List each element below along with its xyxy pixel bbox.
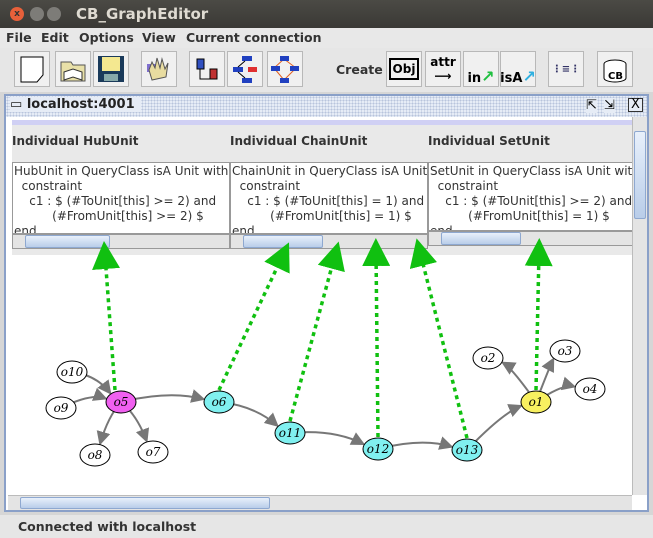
instance-link-o6[interactable] — [217, 242, 290, 391]
menu-file[interactable]: File — [6, 30, 32, 45]
layout-button[interactable] — [227, 51, 263, 87]
arrow-icon: ⟶ — [434, 69, 452, 83]
tree-icon: ⋮≡⋮ — [551, 63, 581, 75]
node-o1[interactable]: o1 — [520, 390, 552, 414]
create-label: Create — [336, 62, 383, 77]
cb-icon: CB — [603, 59, 627, 83]
open-icon — [60, 61, 86, 82]
internal-frame: ▭ localhost:4001 ⇱ ⇲ X Individual HubUni… — [4, 94, 649, 512]
instance-link-o13[interactable] — [409, 238, 469, 439]
iconify-button[interactable]: ⇱ — [586, 98, 597, 113]
create-object-button[interactable]: Obj — [386, 51, 422, 87]
maximize-frame-button[interactable]: ⇲ — [604, 98, 615, 113]
menu-bar: File Edit Options View Current connectio… — [0, 28, 653, 48]
status-bar: Connected with localhost — [0, 515, 653, 538]
svg-text:CB: CB — [608, 71, 623, 82]
connect-icon — [196, 58, 218, 80]
in-label: in — [467, 71, 482, 86]
node-label: o4 — [583, 382, 598, 396]
node-o5[interactable]: o5 — [105, 390, 137, 414]
node-o7[interactable]: o7 — [137, 440, 169, 464]
node-o2[interactable]: o2 — [472, 346, 504, 370]
node-label: o9 — [54, 401, 69, 415]
cb-button[interactable]: CB — [597, 51, 633, 87]
frame-header: ▭ localhost:4001 ⇱ ⇲ X — [6, 96, 647, 117]
cyan-arrow-icon: ↗ — [522, 67, 536, 86]
toolbar: Create Obj attr ⟶ in ↗ isA ↗ ⋮≡⋮ CB — [0, 48, 653, 92]
node-o11[interactable]: o11 — [274, 421, 306, 445]
create-isa-button[interactable]: isA ↗ — [500, 51, 536, 87]
node-o13[interactable]: o13 — [451, 438, 483, 462]
title-bar: x CB_GraphEditor — [0, 0, 653, 28]
layout-icon — [233, 56, 257, 83]
node-o12[interactable]: o12 — [362, 437, 394, 461]
node-o10[interactable]: o10 — [56, 360, 88, 384]
window-title: CB_GraphEditor — [76, 5, 209, 23]
instance-link-o5[interactable] — [92, 241, 120, 391]
open-button[interactable] — [55, 51, 91, 87]
menu-current-connection[interactable]: Current connection — [186, 30, 322, 45]
node-label: o12 — [367, 442, 390, 456]
node-label: o2 — [481, 351, 496, 365]
instance-link-o1[interactable] — [524, 238, 553, 391]
graph-svg: o10 o9 o5 o8 o7 o6 o11 o12 o13 o1 o2 o3 o4 — [45, 238, 606, 467]
vertical-scrollbar[interactable] — [632, 117, 647, 495]
node-label: o8 — [88, 448, 103, 462]
node-o4[interactable]: o4 — [574, 377, 606, 401]
node-label: o11 — [279, 426, 302, 440]
frame-title: ▭ localhost:4001 — [10, 97, 141, 112]
hand-icon — [147, 57, 169, 81]
node-o6[interactable]: o6 — [203, 390, 235, 414]
tree-button[interactable]: ⋮≡⋮ — [548, 51, 584, 87]
graph-icon — [271, 56, 299, 83]
node-label: o1 — [529, 395, 544, 409]
new-icon — [20, 56, 44, 83]
window-icon: ▭ — [10, 97, 27, 112]
maximize-window-button[interactable] — [47, 7, 61, 21]
graph-canvas[interactable]: Individual HubUnit HubUnit in QueryClass… — [8, 117, 632, 495]
node-label: o6 — [212, 395, 227, 409]
menu-view[interactable]: View — [142, 30, 176, 45]
close-window-button[interactable]: x — [10, 7, 24, 21]
node-label: o5 — [114, 395, 129, 409]
horizontal-scrollbar[interactable] — [8, 495, 632, 510]
connect-button[interactable] — [189, 51, 225, 87]
new-button[interactable] — [14, 51, 50, 87]
instance-link-o12[interactable] — [362, 238, 391, 438]
node-label: o13 — [456, 443, 479, 457]
obj-label: Obj — [388, 58, 420, 80]
node-o3[interactable]: o3 — [549, 339, 581, 363]
instance-link-o11[interactable] — [288, 241, 345, 422]
menu-edit[interactable]: Edit — [41, 30, 69, 45]
green-arrow-icon: ↗ — [481, 67, 495, 86]
close-frame-button[interactable]: X — [628, 98, 643, 112]
graph-button[interactable] — [267, 51, 303, 87]
save-button[interactable] — [93, 51, 129, 87]
create-instance-button[interactable]: in ↗ — [463, 51, 499, 87]
node-label: o10 — [61, 365, 84, 379]
menu-options[interactable]: Options — [79, 30, 134, 45]
isa-label: isA — [500, 71, 523, 86]
hand-button[interactable] — [141, 51, 177, 87]
node-label: o3 — [558, 344, 573, 358]
node-o9[interactable]: o9 — [45, 396, 77, 420]
minimize-window-button[interactable] — [30, 7, 44, 21]
attr-label: attr — [430, 55, 456, 69]
node-o8[interactable]: o8 — [79, 443, 111, 467]
save-icon — [98, 56, 124, 82]
node-label: o7 — [146, 445, 161, 459]
create-attribute-button[interactable]: attr ⟶ — [425, 51, 461, 87]
